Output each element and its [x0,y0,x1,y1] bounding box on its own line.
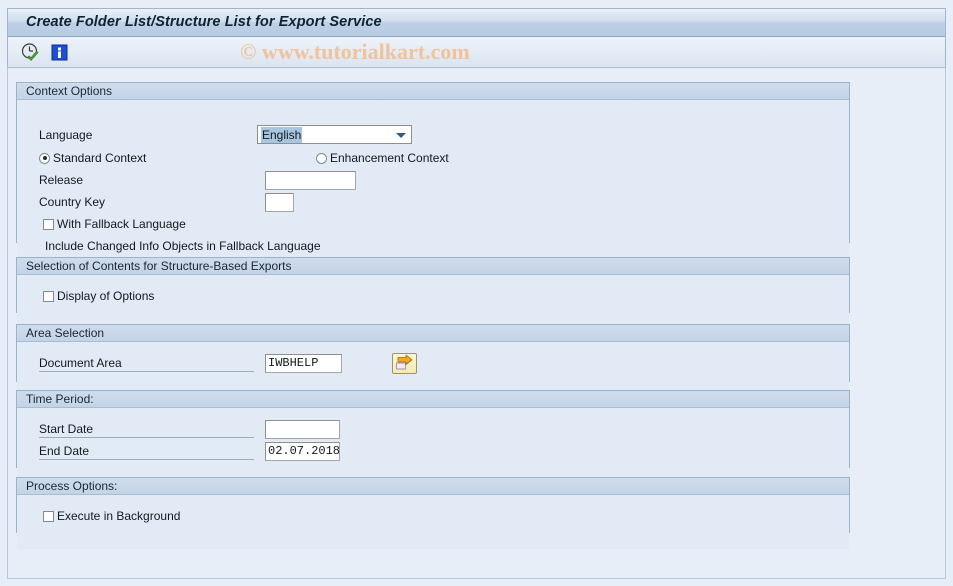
radio-standard-context-indicator [39,153,50,164]
group-time-period: Time Period: Start Date End Date 02.07.2… [16,390,850,468]
execute-clock-check-icon[interactable] [20,42,41,63]
checkbox-display-of-options[interactable]: Display of Options [43,289,154,303]
radio-standard-context-label: Standard Context [53,151,146,165]
release-input[interactable] [265,171,356,190]
label-release: Release [39,173,83,187]
application-toolbar [7,37,946,68]
group-process-options: Process Options: Execute in Background [16,477,850,533]
window-title-bar: Create Folder List/Structure List for Ex… [7,8,946,37]
group-header-time-period: Time Period: [17,391,849,408]
group-header-label: Area Selection [26,326,104,340]
label-document-area: Document Area [39,356,254,372]
label-end-date: End Date [39,444,254,460]
language-dropdown-value: English [261,127,302,143]
sap-application-window: Create Folder List/Structure List for Ex… [0,0,953,586]
group-header-label: Context Options [26,84,112,98]
radio-enhancement-context-indicator [316,153,327,164]
group-body-context-options: Language English Standard Context Enhanc… [17,100,849,259]
checkbox-execute-in-background-box [43,511,54,522]
group-body-time-period: Start Date End Date 02.07.2018 [17,408,849,484]
radio-enhancement-context-label: Enhancement Context [330,151,449,165]
label-start-date: Start Date [39,422,254,438]
multiple-selection-button[interactable] [392,353,417,374]
group-header-area-selection: Area Selection [17,325,849,342]
checkbox-execute-in-background-label: Execute in Background [57,509,180,523]
country-key-input[interactable] [265,193,294,212]
page-title: Create Folder List/Structure List for Ex… [26,14,382,30]
selection-screen-content: Context Options Language English Standar… [7,68,946,579]
group-area-selection: Area Selection Document Area IWBHELP [16,324,850,382]
group-selection-of-contents: Selection of Contents for Structure-Base… [16,257,850,313]
group-context-options: Context Options Language English Standar… [16,82,850,243]
multiple-selection-arrow-icon [393,354,416,373]
checkbox-with-fallback-language-box [43,219,54,230]
group-body-process-options: Execute in Background [17,495,849,549]
checkbox-execute-in-background[interactable]: Execute in Background [43,509,180,523]
radio-enhancement-context[interactable]: Enhancement Context [316,151,449,165]
label-language: Language [39,128,92,142]
radio-standard-context[interactable]: Standard Context [39,151,146,165]
group-header-process-options: Process Options: [17,478,849,495]
group-header-label: Selection of Contents for Structure-Base… [26,259,291,273]
group-header-selection-of-contents: Selection of Contents for Structure-Base… [17,258,849,275]
document-area-input[interactable]: IWBHELP [265,354,342,373]
checkbox-display-of-options-label: Display of Options [57,289,154,303]
information-icon[interactable] [49,42,70,63]
chevron-down-icon [396,133,406,138]
checkbox-display-of-options-box [43,291,54,302]
group-header-label: Time Period: [26,392,94,406]
start-date-input[interactable] [265,420,340,439]
group-header-context-options: Context Options [17,83,849,100]
label-include-changed-info-objects: Include Changed Info Objects in Fallback… [45,239,321,253]
checkbox-with-fallback-language-label: With Fallback Language [57,217,186,231]
end-date-input[interactable]: 02.07.2018 [265,442,340,461]
checkbox-with-fallback-language[interactable]: With Fallback Language [43,217,186,231]
group-body-selection-of-contents: Display of Options [17,275,849,329]
language-dropdown[interactable]: English [257,125,412,144]
watermark-text: © www.tutorialkart.com [240,39,470,65]
group-header-label: Process Options: [26,479,117,493]
label-country-key: Country Key [39,195,105,209]
